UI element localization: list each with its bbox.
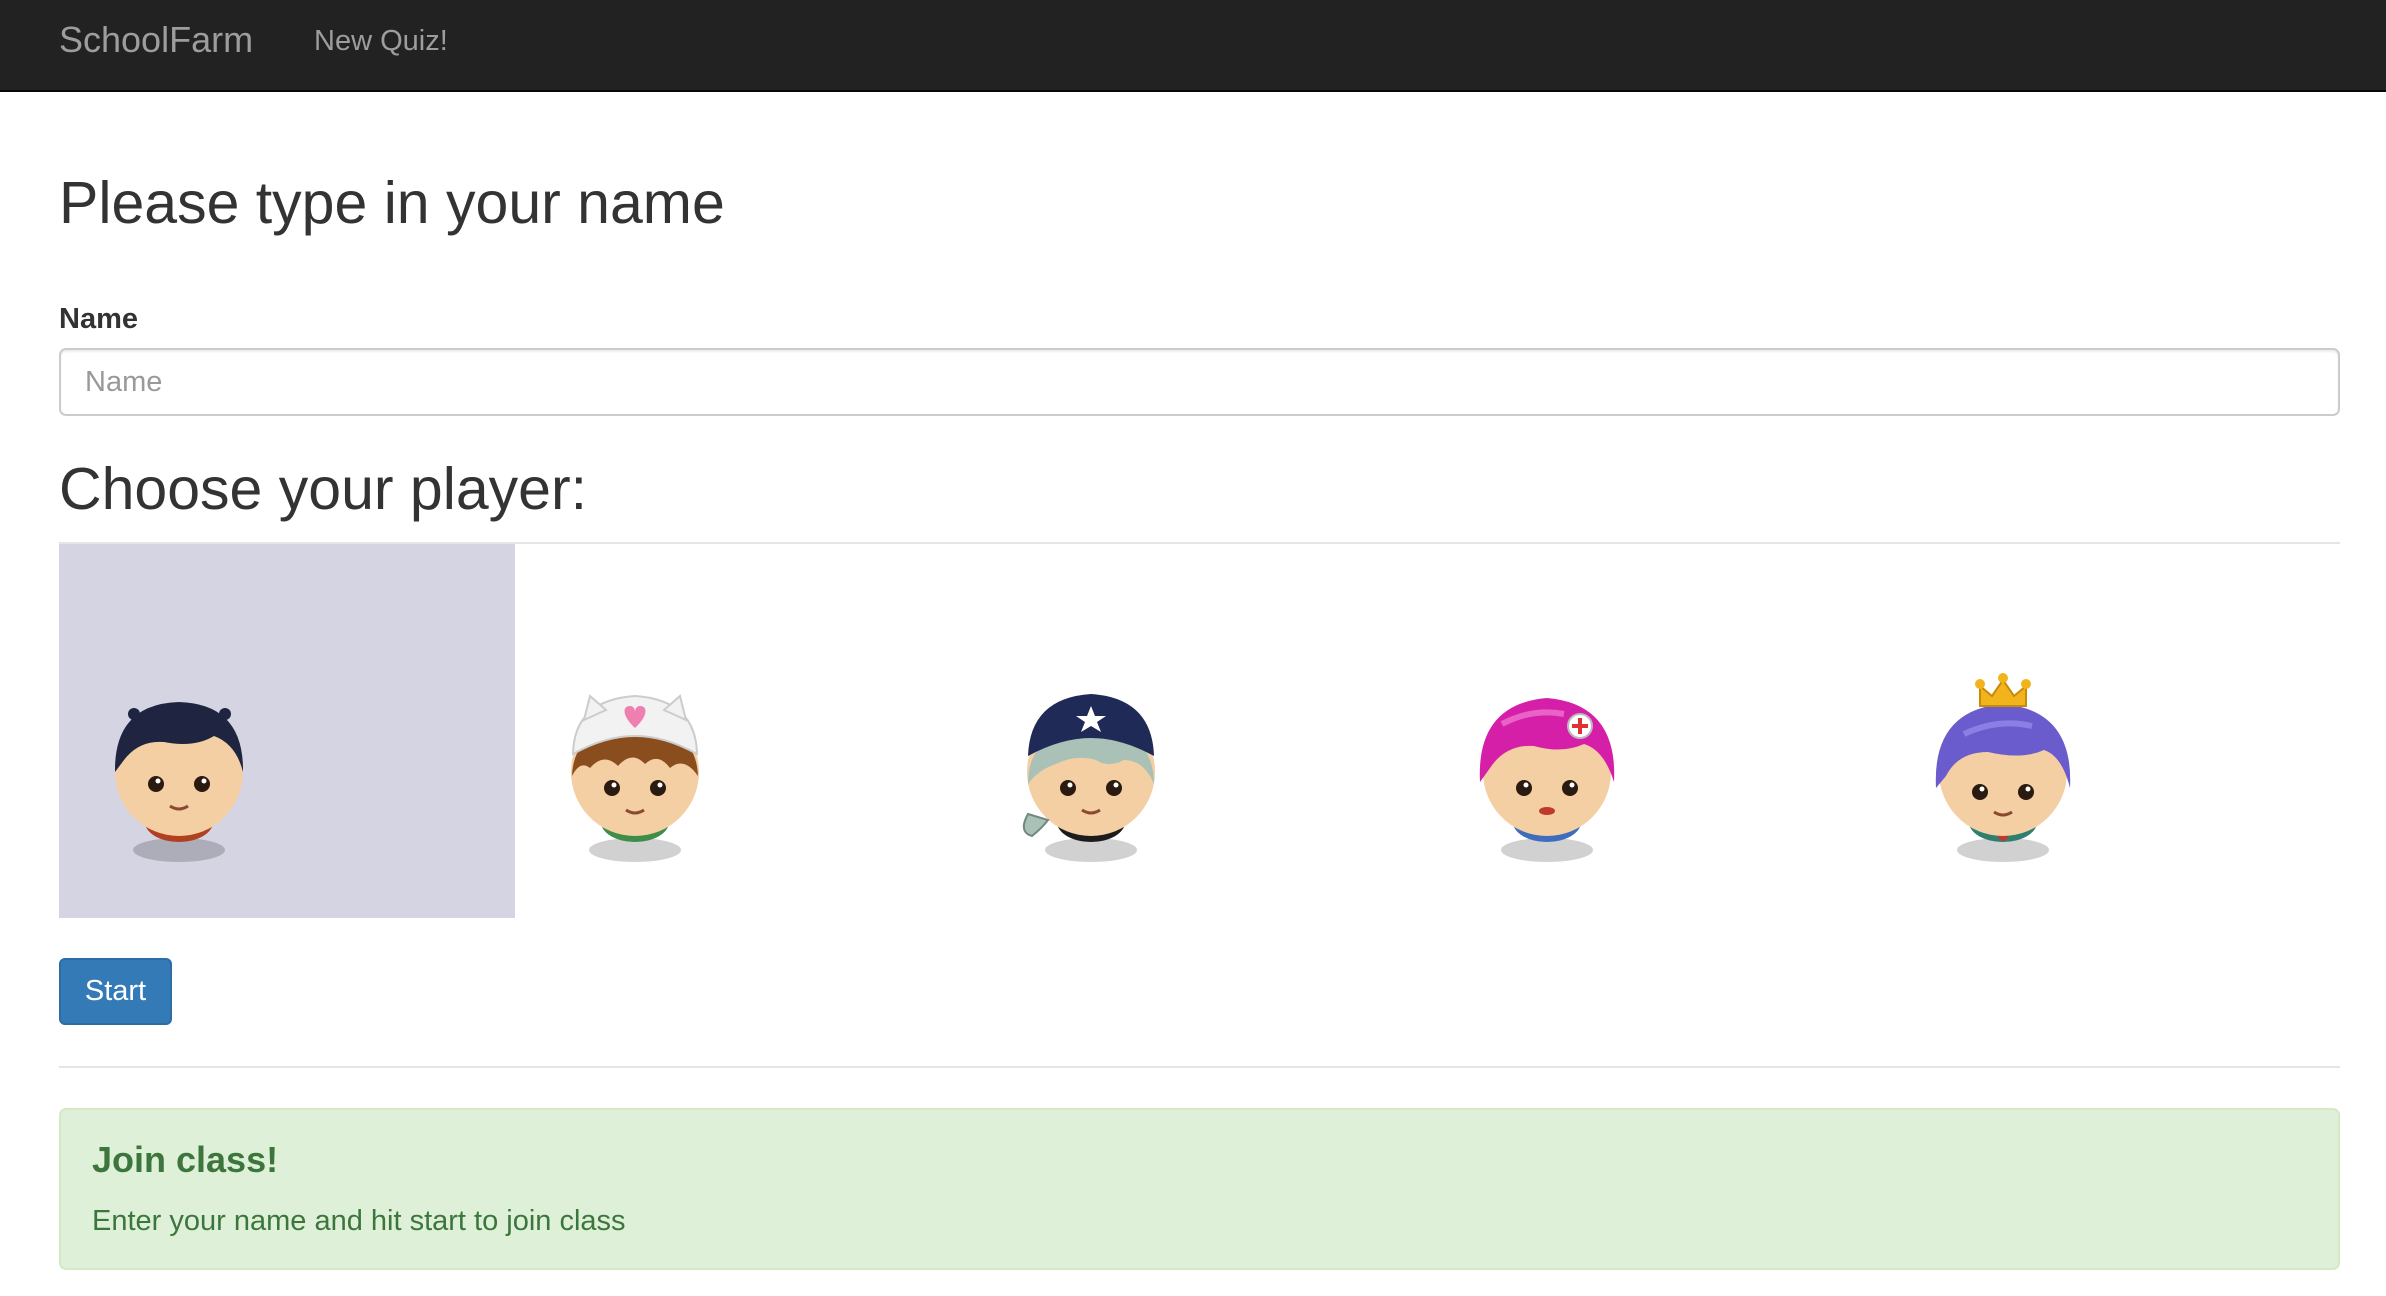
- pink-hair-avatar-icon: [1479, 698, 1615, 862]
- player-option-1[interactable]: [59, 544, 515, 918]
- new-quiz-link[interactable]: New Quiz!: [314, 24, 448, 58]
- start-button[interactable]: Start: [59, 958, 172, 1025]
- divider: [59, 1066, 2340, 1068]
- player-option-2[interactable]: [515, 544, 971, 918]
- name-input[interactable]: [59, 348, 2340, 416]
- pirate-avatar-icon: [1022, 694, 1155, 862]
- boy-dark-hair-avatar-icon: [114, 702, 244, 862]
- navbar: SchoolFarm New Quiz!: [0, 0, 2386, 92]
- cat-hat-avatar-icon: [571, 694, 699, 862]
- alert-message: Enter your name and hit start to join cl…: [92, 1205, 626, 1237]
- alert-title: Join class!: [92, 1139, 279, 1180]
- join-class-alert: Join class! Enter your name and hit star…: [59, 1108, 2340, 1270]
- player-option-4[interactable]: [1427, 544, 1883, 918]
- page-title: Please type in your name: [59, 170, 725, 236]
- brand-link[interactable]: SchoolFarm: [59, 20, 253, 60]
- name-label: Name: [59, 303, 138, 335]
- player-option-5[interactable]: [1883, 544, 2339, 918]
- princess-crown-avatar-icon: [1935, 673, 2071, 862]
- choose-player-heading: Choose your player:: [59, 456, 588, 522]
- player-option-3[interactable]: [971, 544, 1427, 918]
